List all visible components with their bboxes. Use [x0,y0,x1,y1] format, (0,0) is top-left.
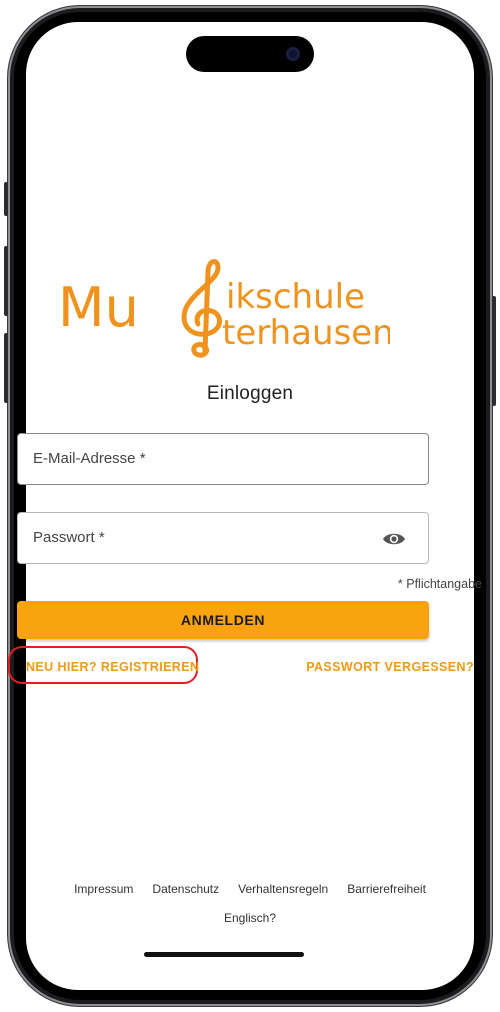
footer-link-impressum[interactable]: Impressum [74,882,133,896]
eye-icon[interactable] [382,529,406,549]
logo-text-line2: terhausen [222,313,390,353]
app-screen [26,22,474,990]
password-field[interactable]: Passwort * [17,512,429,564]
side-button-silent [4,182,8,216]
footer-links: Impressum Datenschutz Verhaltensregeln B… [0,882,500,896]
language-switch-link[interactable]: Englisch? [0,911,500,925]
footer-link-barrierefreiheit[interactable]: Barrierefreiheit [347,882,426,896]
home-indicator[interactable] [144,952,304,957]
footer-link-datenschutz[interactable]: Datenschutz [152,882,219,896]
treble-clef-icon [181,259,223,358]
register-link[interactable]: NEU HIER? REGISTRIEREN [26,660,199,674]
password-field-label: Passwort * [33,529,105,546]
footer-link-verhaltensregeln[interactable]: Verhaltensregeln [238,882,328,896]
login-button[interactable]: ANMELDEN [17,601,429,639]
front-camera-icon [286,47,300,61]
dynamic-island [186,36,314,72]
forgot-password-link[interactable]: PASSWORT VERGESSEN? [306,660,474,674]
email-field[interactable]: E-Mail-Adresse * [17,433,429,485]
logo-text-line1: ikschule [226,277,365,317]
email-field-label: E-Mail-Adresse * [33,450,146,467]
required-note: * Pflichtangabe [397,577,482,591]
logo-graphic: Mu ikschule terhausen [58,259,394,358]
page-title: Einloggen [206,383,294,404]
musikschule-logo: Mu ikschule terhausen [58,252,394,358]
logo-text-mu: Mu [58,276,139,339]
side-button-volume-up [4,246,8,316]
